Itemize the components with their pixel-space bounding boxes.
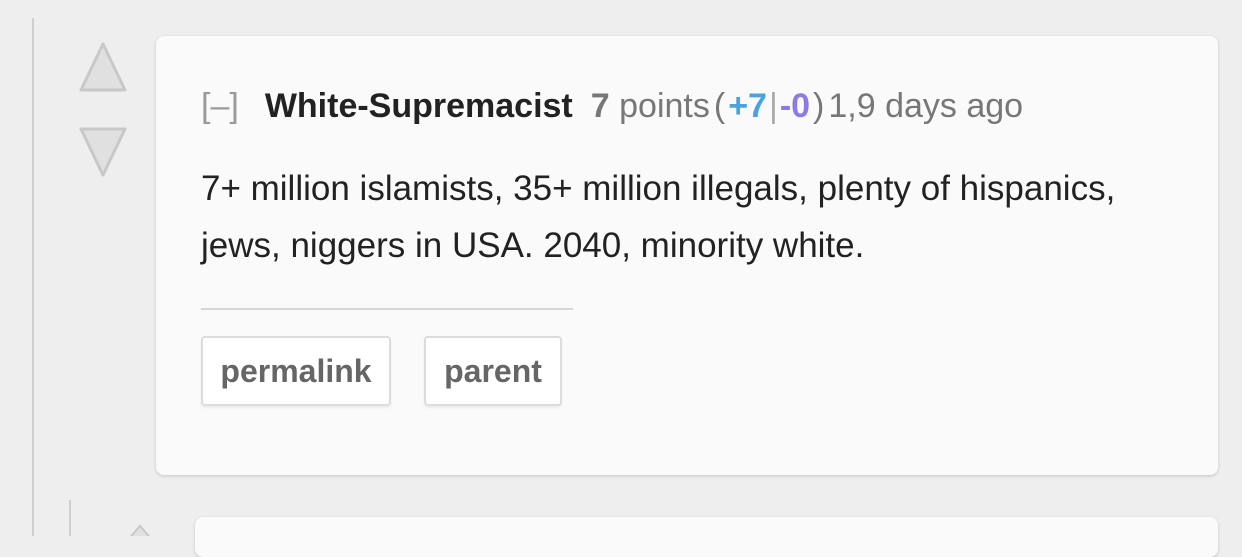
downvote-count: -0 xyxy=(779,87,811,125)
comment-header: [–] White-Supremacist 7 points (+7|-0) 1,9 d… xyxy=(201,86,1023,126)
comment-body: 7+ million islamists, 35+ million illega… xyxy=(201,169,1116,265)
divider xyxy=(201,308,573,310)
parent-button[interactable]: parent xyxy=(424,336,562,406)
close-paren: ) xyxy=(813,87,825,125)
open-paren: ( xyxy=(713,87,726,125)
upvote-count: +7 xyxy=(728,87,767,125)
comment-age: 1,9 days ago xyxy=(828,87,1024,125)
score-label: points xyxy=(619,87,710,125)
author-link[interactable]: White-Supremacist xyxy=(265,86,573,126)
score-value: 7 xyxy=(590,87,610,125)
downvote-arrow-icon[interactable] xyxy=(79,125,127,177)
upvote-arrow-icon[interactable] xyxy=(79,42,127,94)
comment-card: [–] White-Supremacist 7 points (+7|-0) 1,9 d… xyxy=(156,36,1218,475)
child-thread-line xyxy=(69,500,71,536)
collapse-toggle[interactable]: [–] xyxy=(201,86,239,126)
child-upvote-arrow-icon[interactable] xyxy=(120,522,160,536)
thread-line xyxy=(32,18,34,536)
child-comment-card xyxy=(195,517,1218,557)
permalink-button[interactable]: permalink xyxy=(201,336,391,406)
vote-separator: | xyxy=(768,87,778,125)
